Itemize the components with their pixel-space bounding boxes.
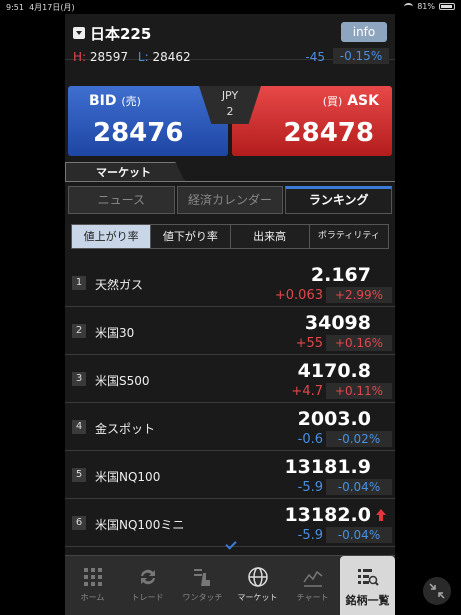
change: +55 [295,336,323,351]
status-time: 9:51 4月17日(月) [6,3,75,12]
battery-icon [439,3,455,10]
instrument-name: 米国S500 [95,374,150,388]
list-item[interactable]: 3 米国S500 4170.8 +4.7 +0.11% [65,355,395,403]
bottom-nav: ホーム トレード ワンタッチ マーケット チャート 銘柄一覧 [65,555,395,615]
list-item[interactable]: 1 天然ガス 2.167 +0.063 +2.99% [65,259,395,307]
wifi-icon [404,3,414,10]
change-percent: -0.15% [333,48,389,64]
rank-badge: 5 [72,468,86,482]
ask-label: (買) ASK [322,93,379,109]
tab-news[interactable]: ニュース [68,186,175,214]
bid-price: 28476 [93,118,184,148]
rank-badge: 6 [72,516,86,530]
ask-price: 28478 [283,118,374,148]
nav-chart[interactable]: チャート [285,556,340,615]
bid-label: BID (売) [89,93,141,109]
nav-label: トレード [131,593,164,602]
change-percent: -0.04% [326,527,392,543]
instrument-header: 日本225 info H: 28597 L: 28462 -45 -0.15% [65,14,395,64]
nav-home[interactable]: ホーム [65,556,120,615]
change-percent: +0.11% [326,383,392,399]
instrument-name: 米国30 [95,326,135,340]
nav-label: マーケット [237,593,278,602]
rank-badge: 2 [72,324,86,338]
instrument-name: 米国NQ100ミニ [95,518,185,532]
chart-icon [302,570,322,587]
low-value: 28462 [152,50,191,64]
high-low: H: 28597 L: 28462 [73,50,191,64]
nav-label: ワンタッチ [182,593,223,602]
ranking-filters: 値上がり率 値下がり率 出来高 ボラティリティ [71,224,389,249]
nav-label: 銘柄一覧 [345,594,390,607]
rank-badge: 4 [72,420,86,434]
filter-gainers[interactable]: 値上がり率 [72,225,152,248]
ranking-list: 1 天然ガス 2.167 +0.063 +2.99% 2 米国30 34098 … [65,259,395,547]
info-button[interactable]: info [341,22,387,42]
change-percent: +2.99% [326,287,392,303]
refresh-arrows-icon [140,569,155,585]
battery-percent: 81% [417,2,435,11]
change-percent: +0.16% [326,335,392,351]
change: -5.9 [297,480,323,495]
instrument-name: 金スポット [95,422,156,436]
price: 2003.0 [297,408,371,430]
currency-label: JPY [221,89,239,102]
list-item[interactable]: 5 米国NQ100 13181.9 -5.9 -0.04% [65,451,395,499]
filter-volatility[interactable]: ボラティリティ [309,225,388,248]
list-item[interactable]: 2 米国30 34098 +55 +0.16% [65,307,395,355]
price: 34098 [304,312,371,334]
price: 4170.8 [297,360,371,382]
tab-economic-calendar[interactable]: 経済カレンダー [176,186,284,214]
grid-icon [83,568,102,586]
subtabs: ニュース 経済カレンダー ランキング [68,186,393,214]
change-percent: -0.02% [326,431,392,447]
nav-label: チャート [296,593,329,602]
high-label: H: [73,50,87,64]
filter-losers[interactable]: 値下がり率 [151,225,231,248]
list-item[interactable]: 4 金スポット 2003.0 -0.6 -0.02% [65,403,395,451]
arrow-up-icon [376,509,386,521]
change: +4.7 [291,384,323,399]
app-window: 日本225 info H: 28597 L: 28462 -45 -0.15% … [65,14,395,615]
nav-label: ホーム [80,593,105,602]
collapse-arrows-icon [429,583,445,599]
nav-one-touch[interactable]: ワンタッチ [175,556,230,615]
dropdown-icon[interactable] [73,27,85,39]
high-value: 28597 [89,50,129,64]
nav-trade[interactable]: トレード [120,556,175,615]
nav-symbol-list[interactable]: 銘柄一覧 [340,556,395,615]
instrument-name[interactable]: 日本225 [90,23,151,44]
quote-panel: BID (売) 28476 (買) ASK 28478 JPY 2 [68,86,392,158]
price: 13182.0 [284,504,371,526]
instrument-name: 天然ガス [95,278,144,292]
price: 2.167 [310,264,371,286]
tab-ranking[interactable]: ランキング [285,186,393,214]
divider [65,181,395,182]
globe-icon [247,567,268,587]
change: -5.9 [297,528,323,543]
market-tab[interactable]: マーケット [65,162,185,182]
change: +0.063 [274,288,323,303]
nav-market[interactable]: マーケット [230,556,285,615]
change: -0.6 [297,432,323,447]
instrument-name: 米国NQ100 [95,470,161,484]
rank-badge: 3 [72,372,86,386]
price: 13181.9 [284,456,371,478]
collapse-button[interactable] [423,577,451,605]
status-right: 81% [404,2,455,11]
low-label: L: [137,50,149,64]
list-search-icon [357,569,379,586]
filter-volume[interactable]: 出来高 [230,225,310,248]
tap-hand-icon [193,569,210,586]
rank-badge: 1 [72,276,86,290]
change-value: -45 [305,50,325,64]
status-bar: 9:51 4月17日(月) 81% [0,0,461,14]
change-percent: -0.04% [326,479,392,495]
